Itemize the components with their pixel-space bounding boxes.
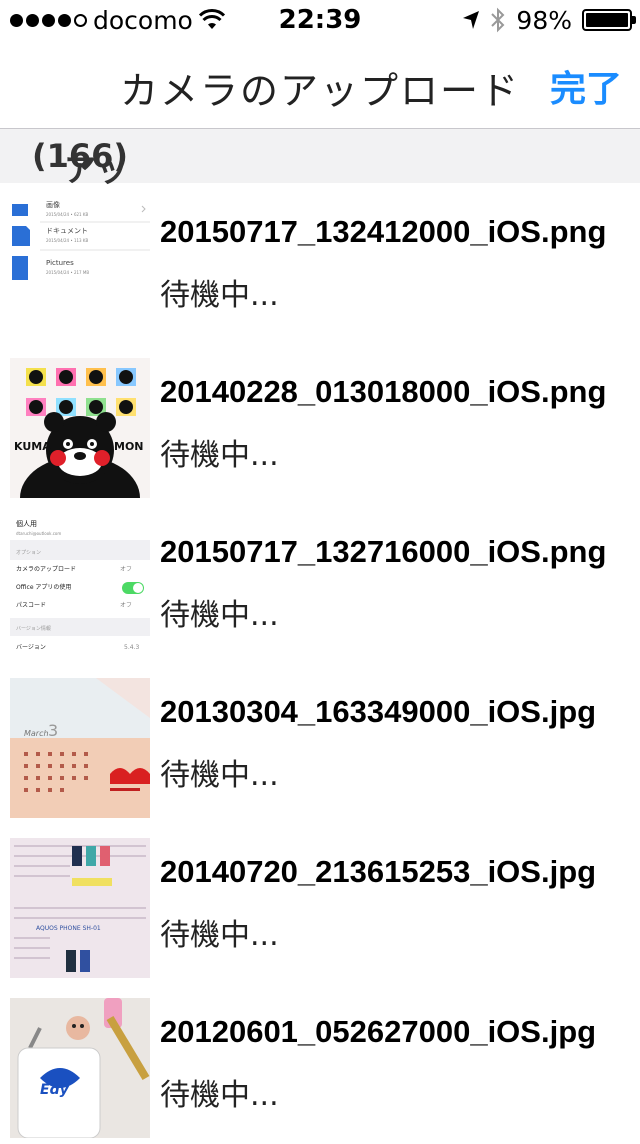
location-arrow-icon: [463, 11, 480, 29]
file-name: 20140720_213615253_iOS.jpg: [160, 854, 597, 889]
thumb-text: Office アプリの使用: [16, 583, 71, 591]
thumb-text: オプション: [16, 550, 41, 556]
upload-row[interactable]: 画像 2015/04/24 • 621 KB ドキュメント 2015/04/24…: [0, 184, 640, 344]
thumbnail-image: 画像 2015/04/24 • 621 KB ドキュメント 2015/04/24…: [10, 198, 150, 338]
thumb-text: March: [24, 729, 49, 738]
battery-icon: [582, 9, 636, 31]
thumb-text: パスコード: [16, 602, 46, 609]
upload-status: 待機中...: [160, 278, 279, 313]
thumb-text: KUMA: [14, 440, 51, 453]
thumb-text: 2015/04/24 • 621 KB: [46, 212, 88, 217]
navigation-bar: カメラのアップロード 完了: [0, 40, 640, 129]
thumb-text: カメラのアップロード: [16, 566, 76, 573]
upload-list[interactable]: 画像 2015/04/24 • 621 KB ドキュメント 2015/04/24…: [0, 184, 640, 1144]
upload-row[interactable]: KUMA MON 20140228_013018000_iOS.png 待機中.…: [0, 344, 640, 504]
thumb-text: Pictures: [46, 259, 74, 267]
thumb-text: ドキュメント: [46, 227, 88, 235]
thumbnail-image: AQUOS PHONE SH-01: [10, 838, 150, 978]
thumb-text: Edy: [40, 1082, 70, 1098]
battery-percent: 98%: [516, 5, 572, 35]
thumb-text: 2015/04/24 • 217 MB: [46, 270, 89, 275]
thumb-text: 5.4.3: [124, 644, 139, 651]
thumb-text: オフ: [120, 602, 132, 609]
thumb-text: バージョン: [16, 644, 46, 651]
thumb-text: dtaruchi@outlook.com: [16, 531, 61, 536]
file-name: 20150717_132412000_iOS.png: [160, 214, 607, 249]
bluetooth-icon: [491, 7, 505, 33]
thumb-text: AQUOS PHONE SH-01: [36, 925, 101, 932]
thumb-text: バージョン情報: [16, 625, 51, 632]
status-bar: docomo 22:39 98%: [0, 0, 640, 40]
done-button[interactable]: 完了: [550, 60, 622, 112]
file-name: 20120601_052627000_iOS.jpg: [160, 1014, 597, 1049]
status-right-group: 98%: [462, 4, 636, 36]
thumb-text: 3: [48, 721, 58, 740]
thumbnail-image: 個人用 dtaruchi@outlook.com オプション カメラのアップロー…: [10, 518, 150, 658]
thumb-text: 画像: [46, 200, 60, 209]
thumb-text: オフ: [120, 566, 132, 573]
upload-status: 待機中...: [160, 438, 279, 473]
upload-row[interactable]: Edy 20120601_052627000_iOS.jpg 待機中...: [0, 984, 640, 1144]
page-title: カメラのアップロード: [119, 69, 520, 113]
thumb-text: MON: [114, 440, 144, 453]
upload-status: 待機中...: [160, 918, 279, 953]
thumbnail-image: March 3: [10, 678, 150, 818]
upload-status: 待機中...: [160, 598, 279, 633]
file-name: 20130304_163349000_iOS.jpg: [160, 694, 597, 729]
thumb-text: 個人用: [16, 519, 37, 528]
file-name: 20140228_013018000_iOS.png: [160, 374, 607, 409]
upload-status: 待機中...: [160, 758, 279, 793]
thumbnail-image: Edy: [10, 998, 150, 1138]
upload-row[interactable]: March 3 20130304_163349000_iOS.jpg 待機中..…: [0, 664, 640, 824]
thumbnail-image: KUMA MON: [10, 358, 150, 498]
thumb-text: 2015/04/24 • 113 KB: [46, 238, 88, 243]
upload-row[interactable]: AQUOS PHONE SH-01 20140720_213615253_iOS…: [0, 824, 640, 984]
upload-row[interactable]: 個人用 dtaruchi@outlook.com オプション カメラのアップロー…: [0, 504, 640, 664]
section-header: アップロード中 (166): [0, 129, 640, 327]
upload-status: 待機中...: [160, 1078, 279, 1113]
file-name: 20150717_132716000_iOS.png: [160, 534, 607, 569]
